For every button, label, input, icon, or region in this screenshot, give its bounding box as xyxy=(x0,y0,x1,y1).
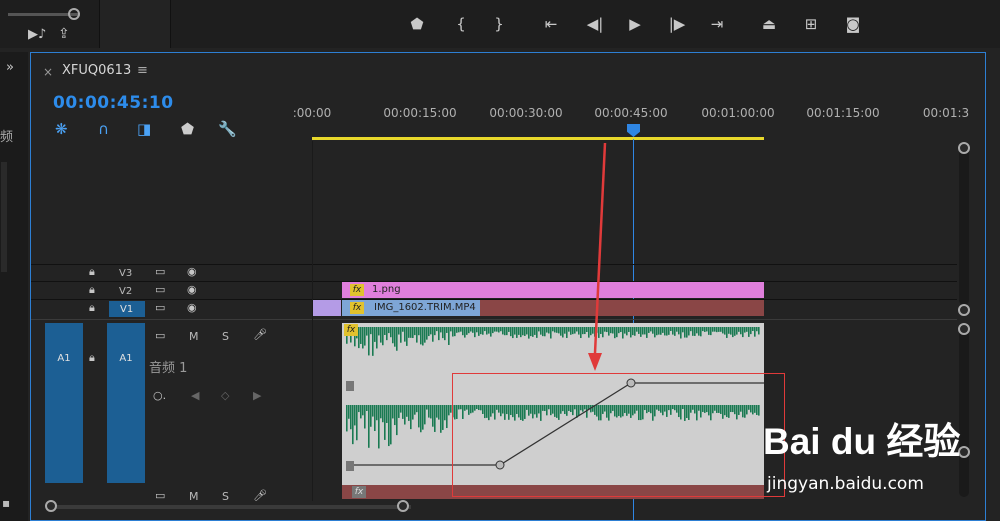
go-to-in-icon[interactable]: ⇤ xyxy=(539,12,563,36)
lock-icon[interactable]: 🔒︎ xyxy=(89,301,95,315)
mic-icon[interactable]: 🎤︎ xyxy=(253,328,267,341)
fx-badge[interactable]: fx xyxy=(352,486,366,498)
lock-icon[interactable]: 🔒︎ xyxy=(89,351,95,365)
ruler-label: 00:00:45:00 xyxy=(594,106,668,120)
clip-name: IMG_1602.TRIM.MP4 xyxy=(374,302,476,313)
divider xyxy=(31,264,957,265)
in-point-icon[interactable]: { xyxy=(449,12,473,36)
eye-icon[interactable]: ◉ xyxy=(187,283,197,296)
scroll-handle[interactable] xyxy=(958,304,970,316)
program-monitor-controls: ⬟ { } ⇤ ◀| ▶ |▶ ⇥ ⏏ ⊞ ◙ xyxy=(170,0,1000,48)
fx-badge[interactable]: fx xyxy=(350,302,364,314)
export-frame-icon[interactable]: ◙ xyxy=(841,12,865,36)
linked-selection-icon[interactable]: ◨ xyxy=(137,120,151,138)
clip-v1-transition[interactable] xyxy=(313,300,341,316)
sync-icon[interactable]: ▭ xyxy=(155,301,165,314)
premiere-window: ▶♪ ⇪ ⬟ { } ⇤ ◀| ▶ |▶ ⇥ ⏏ ⊞ ◙ » 频 ▪ × XFU… xyxy=(0,0,1000,521)
mute-button[interactable]: M xyxy=(189,330,199,343)
mute-button[interactable]: M xyxy=(189,490,199,503)
track-label-v2[interactable]: V2 xyxy=(119,286,132,297)
solo-button[interactable]: S xyxy=(222,490,229,503)
mic-icon[interactable]: 🎤︎ xyxy=(253,489,267,502)
settings-wrench-icon[interactable]: 🔧 xyxy=(218,120,237,138)
watermark-logo: Bai du 经验 xyxy=(763,421,961,462)
keyframe-add-icon[interactable]: ○. xyxy=(153,389,166,402)
audio-track-name[interactable]: 音频 1 xyxy=(149,357,187,376)
keyframe-toggle-icon[interactable]: ◇ xyxy=(221,389,229,402)
lift-icon[interactable]: ⏏ xyxy=(757,12,781,36)
audio-toggle-icon[interactable]: ▶♪ xyxy=(28,27,46,42)
panel-icon[interactable]: ▪ xyxy=(2,496,10,510)
ruler-label: 00:00:15:00 xyxy=(383,106,457,120)
lock-icon[interactable]: 🔒︎ xyxy=(89,265,95,279)
track-target-a1[interactable]: A1 xyxy=(107,323,145,483)
source-monitor-controls: ▶♪ ⇪ xyxy=(0,0,100,48)
step-back-icon[interactable]: ◀| xyxy=(583,12,607,36)
scroll-handle[interactable] xyxy=(958,323,970,335)
annotation-arrow xyxy=(588,142,607,371)
sync-icon[interactable]: ▭ xyxy=(155,489,165,502)
play-icon[interactable]: ▶ xyxy=(623,12,647,36)
channel-left-marker xyxy=(346,381,354,391)
baidu-watermark: Bai du 经验 jingyan.baidu.com xyxy=(763,411,963,521)
close-tab-icon[interactable]: × xyxy=(43,65,53,79)
sync-icon[interactable]: ▭ xyxy=(155,265,165,278)
sequence-tab[interactable]: XFUQ0613 xyxy=(62,63,131,78)
go-to-out-icon[interactable]: ⇥ xyxy=(705,12,729,36)
fx-badge[interactable]: fx xyxy=(344,324,358,336)
source-patch-a1[interactable]: A1 xyxy=(45,323,83,483)
watermark-url: jingyan.baidu.com xyxy=(767,474,924,494)
clip-name: 1.png xyxy=(372,284,401,295)
extract-icon[interactable]: ⊞ xyxy=(799,12,823,36)
horizontal-zoom-scrollbar[interactable] xyxy=(51,505,411,509)
lock-icon[interactable]: 🔒︎ xyxy=(89,283,95,297)
ruler-label: 00:01:00:00 xyxy=(701,106,775,120)
export-icon[interactable]: ⇪ xyxy=(58,26,70,42)
expand-panels-icon[interactable]: » xyxy=(6,60,14,75)
step-forward-icon[interactable]: |▶ xyxy=(665,12,689,36)
ruler-label: 00:01:15:00 xyxy=(806,106,880,120)
scroll-handle[interactable] xyxy=(45,500,57,512)
next-keyframe-icon[interactable]: ▶ xyxy=(253,389,261,402)
solo-button[interactable]: S xyxy=(222,330,229,343)
panel-label: 频 xyxy=(0,130,14,145)
clip-v1[interactable]: fx IMG_1602.TRIM.MP4 xyxy=(342,300,764,316)
sync-icon[interactable]: ▭ xyxy=(155,283,165,296)
track-label-v3[interactable]: V3 xyxy=(119,268,132,279)
prev-keyframe-icon[interactable]: ◀ xyxy=(191,389,199,402)
add-marker-icon[interactable]: ⬟ xyxy=(181,120,194,138)
project-panel-collapsed: » 频 ▪ xyxy=(0,52,28,521)
eye-icon[interactable]: ◉ xyxy=(187,265,197,278)
video-track-scrollbar[interactable] xyxy=(959,145,969,305)
snap-icon[interactable]: ∩ xyxy=(98,120,109,138)
sync-icon[interactable]: ▭ xyxy=(155,329,165,342)
divider xyxy=(31,319,957,320)
divider xyxy=(312,141,313,501)
ruler-label: 00:00:30:00 xyxy=(489,106,563,120)
work-area-bar[interactable] xyxy=(312,137,764,140)
tab-menu-icon[interactable]: ≡ xyxy=(137,63,148,78)
ruler-label: 00:01:3 xyxy=(922,106,970,120)
annotation-box xyxy=(452,373,785,497)
panel-scroll[interactable] xyxy=(1,162,7,272)
track-label-v1[interactable]: V1 xyxy=(120,304,133,315)
fx-badge[interactable]: fx xyxy=(350,284,364,296)
marker-icon[interactable]: ⬟ xyxy=(405,12,429,36)
source-zoom-knob[interactable] xyxy=(68,8,80,20)
scroll-handle[interactable] xyxy=(958,142,970,154)
ruler-label: :00:00 xyxy=(292,106,332,120)
timecode-display[interactable]: 00:00:45:10 xyxy=(53,93,174,113)
scroll-handle[interactable] xyxy=(397,500,409,512)
eye-icon[interactable]: ◉ xyxy=(187,301,197,314)
time-ruler[interactable]: :00:00 00:00:15:00 00:00:30:00 00:00:45:… xyxy=(293,101,972,141)
out-point-icon[interactable]: } xyxy=(487,12,511,36)
nest-icon[interactable]: ❋ xyxy=(55,120,68,138)
clip-v2[interactable]: fx 1.png xyxy=(342,282,764,298)
channel-right-marker xyxy=(346,461,354,471)
